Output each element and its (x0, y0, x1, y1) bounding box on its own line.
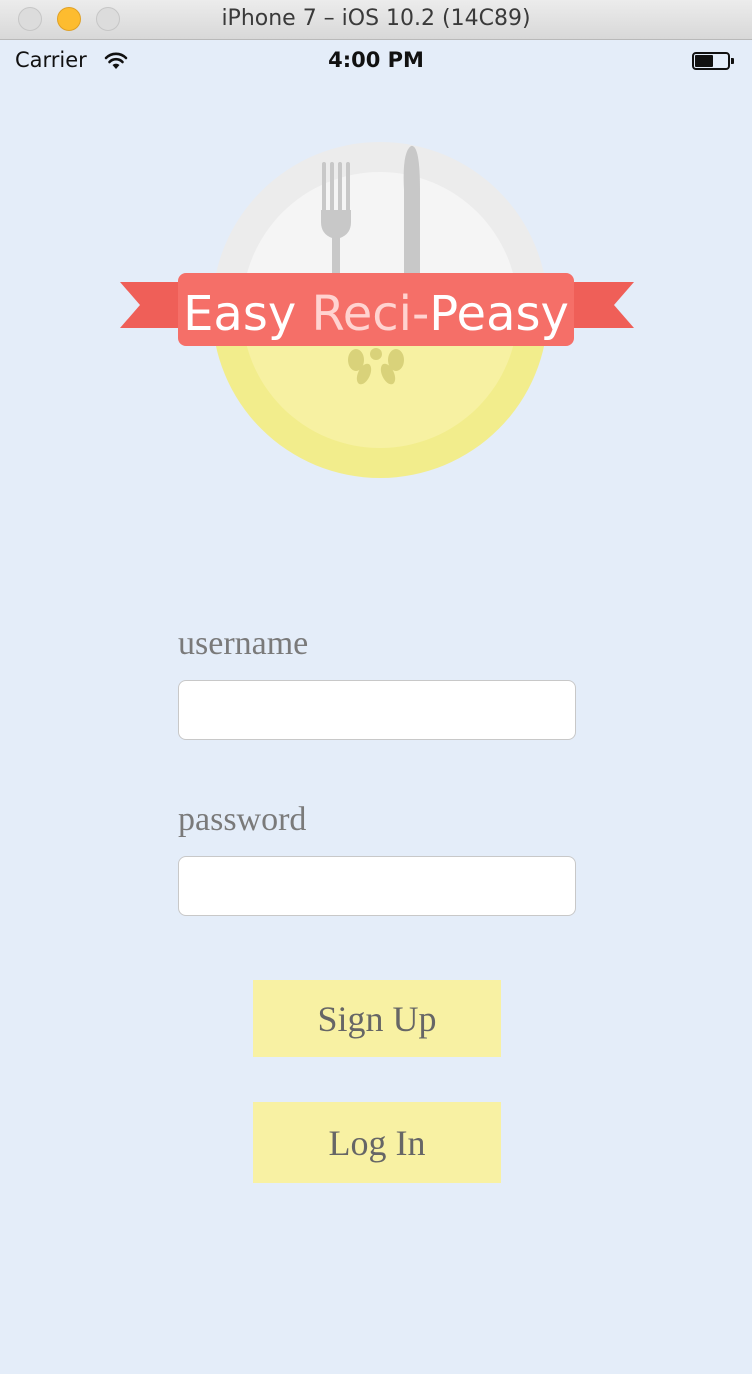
app-logo: Easy Reci-Peasy (120, 142, 634, 478)
sign-up-button[interactable]: Sign Up (253, 980, 501, 1057)
password-input[interactable] (178, 856, 576, 916)
battery-icon (692, 52, 734, 70)
knife-icon (403, 145, 420, 280)
username-label: username (178, 625, 309, 662)
password-label: password (178, 801, 307, 838)
window-title: iPhone 7 – iOS 10.2 (14C89) (221, 6, 531, 31)
status-bar: Carrier 4:00 PM (0, 40, 752, 82)
simulator-title-bar: iPhone 7 – iOS 10.2 (14C89) (0, 0, 752, 40)
svg-text:Easy Reci-Peasy: Easy Reci-Peasy (183, 286, 569, 342)
logo-word-easy: Easy (183, 286, 296, 342)
username-input[interactable] (178, 680, 576, 740)
logo-word-reci: Reci- (312, 286, 430, 342)
logo-word-peasy: Peasy (429, 286, 569, 342)
status-time: 4:00 PM (328, 48, 424, 72)
log-in-button[interactable]: Log In (253, 1102, 501, 1183)
